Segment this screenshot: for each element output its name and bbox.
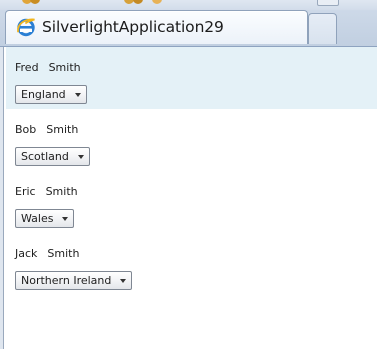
- last-name: Smith: [48, 61, 81, 74]
- list-item[interactable]: Eric Smith Wales: [6, 171, 377, 233]
- chevron-down-icon: [74, 92, 81, 97]
- toolbar-button[interactable]: [317, 0, 339, 6]
- list-item[interactable]: Jack Smith Northern Ireland: [6, 233, 377, 295]
- list-item[interactable]: Bob Smith Scotland: [6, 109, 377, 171]
- country-dropdown[interactable]: Wales: [15, 209, 75, 228]
- browser-toolbar-strip: [0, 0, 377, 10]
- country-selected-value: Northern Ireland: [21, 274, 112, 287]
- country-selected-value: England: [21, 88, 66, 101]
- web-slice-icon[interactable]: [133, 0, 143, 4]
- tab-silverlight-application[interactable]: SilverlightApplication29: [5, 10, 308, 44]
- new-tab-button[interactable]: [308, 13, 337, 44]
- person-name: Fred Smith: [15, 61, 81, 74]
- internet-explorer-icon: [17, 18, 35, 37]
- favorites-add-icon[interactable]: [30, 0, 40, 4]
- person-name: Jack Smith: [15, 247, 79, 260]
- person-name: Bob Smith: [15, 123, 78, 136]
- first-name: Jack: [15, 247, 38, 260]
- list-item[interactable]: Fred Smith England: [6, 47, 377, 109]
- chevron-down-icon: [77, 154, 84, 159]
- last-name: Smith: [47, 247, 80, 260]
- page-content: Fred Smith England Bob Smith Scotland Eric…: [0, 47, 377, 349]
- chevron-down-icon: [62, 216, 69, 221]
- tab-strip: SilverlightApplication29: [0, 10, 377, 47]
- feed-icon[interactable]: [152, 0, 162, 4]
- tab-title: SilverlightApplication29: [42, 18, 224, 36]
- country-dropdown[interactable]: Northern Ireland: [15, 271, 133, 290]
- first-name: Bob: [15, 123, 37, 136]
- last-name: Smith: [45, 185, 78, 198]
- country-selected-value: Wales: [21, 212, 54, 225]
- country-dropdown[interactable]: England: [15, 85, 87, 104]
- chevron-down-icon: [120, 278, 127, 283]
- last-name: Smith: [46, 123, 79, 136]
- person-name: Eric Smith: [15, 185, 78, 198]
- country-dropdown[interactable]: Scotland: [15, 147, 90, 166]
- country-selected-value: Scotland: [21, 150, 69, 163]
- first-name: Eric: [15, 185, 36, 198]
- first-name: Fred: [15, 61, 39, 74]
